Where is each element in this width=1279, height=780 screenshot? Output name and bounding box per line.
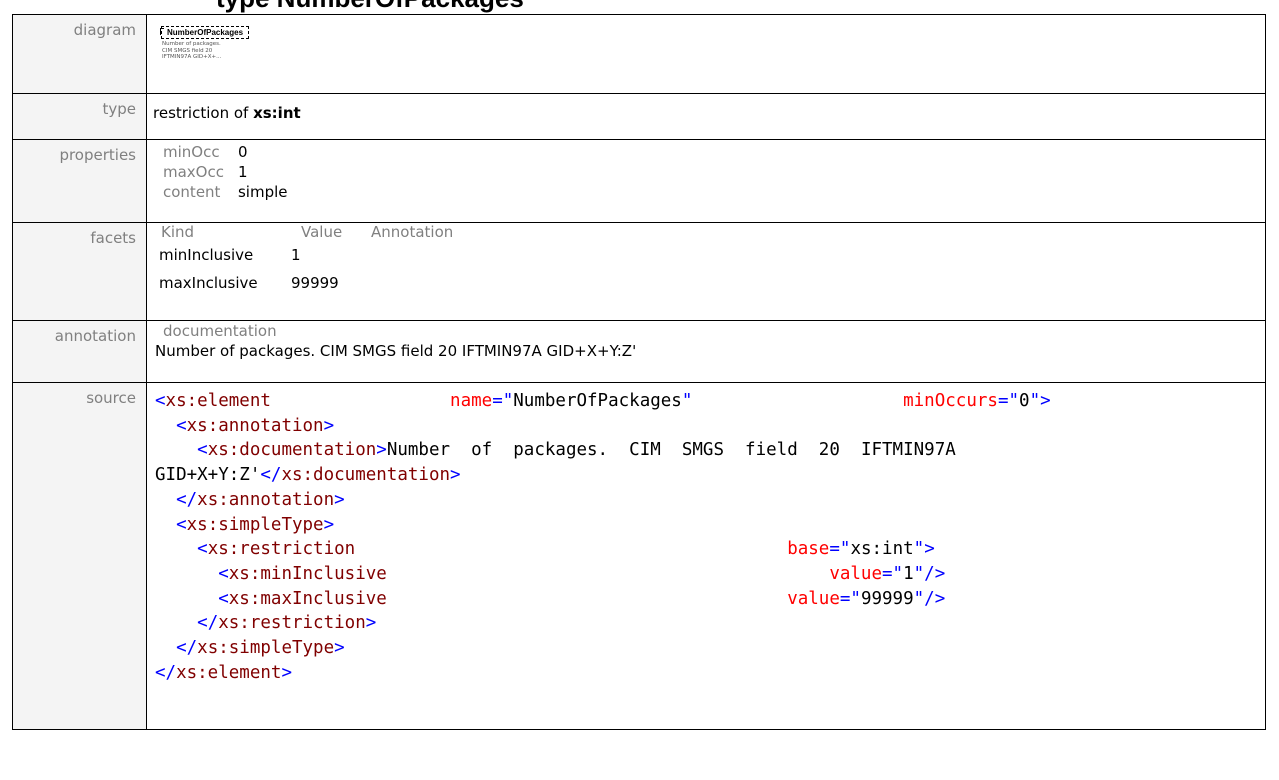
code-text: GID+X+Y:Z' bbox=[155, 465, 261, 486]
property-row: maxOcc 1 bbox=[153, 162, 288, 182]
code-tag: xs:restriction bbox=[218, 613, 366, 634]
code-tag: xs:simpleType bbox=[197, 638, 335, 659]
property-key: maxOcc bbox=[163, 163, 224, 181]
facets-header-value: Value bbox=[301, 223, 343, 241]
source-cell: <xs:element name="NumberOfPackages" minO… bbox=[146, 382, 1266, 730]
property-key: content bbox=[163, 183, 221, 201]
property-value: simple bbox=[237, 183, 288, 201]
code-tag: xs:annotation bbox=[186, 415, 324, 436]
source-code: <xs:element name="NumberOfPackages" minO… bbox=[155, 391, 1051, 683]
code-tag: xs:maxInclusive bbox=[228, 588, 387, 609]
code-tag: xs:element bbox=[176, 662, 282, 683]
code-attr: base bbox=[787, 539, 830, 560]
diagram-desc-line: IFTMIN97A GID+X+... bbox=[162, 54, 222, 60]
label-facets: facets bbox=[12, 222, 147, 321]
code-attr-value: NumberOfPackages bbox=[513, 391, 682, 411]
schema-doc-table: diagram NumberOfPackages Number of packa… bbox=[12, 14, 1266, 730]
code-tag: xs:annotation bbox=[197, 489, 335, 510]
label-diagram: diagram bbox=[12, 14, 147, 94]
facets-header-kind: Kind bbox=[161, 223, 195, 241]
label-source: source bbox=[12, 382, 147, 730]
row-type: type restriction of xs:int bbox=[12, 93, 1266, 140]
code-text: Number of packages. CIM SMGS field 20 IF… bbox=[386, 440, 956, 461]
diagram-element-box[interactable]: NumberOfPackages bbox=[159, 26, 250, 39]
diagram-description: Number of packages. CIM SMGS field 20 IF… bbox=[162, 41, 1265, 61]
code-attr-value: 1 bbox=[903, 563, 914, 584]
facets-cell: Kind Value Annotation minInclusive 1 maxInc… bbox=[146, 222, 1266, 321]
facet-kind: maxInclusive bbox=[159, 274, 258, 292]
row-source: source <xs:element name="NumberOfPackage… bbox=[12, 382, 1266, 730]
type-base-link[interactable]: xs:int bbox=[253, 104, 301, 122]
facets-table: Kind Value Annotation minInclusive 1 maxInc… bbox=[153, 223, 1265, 297]
code-attr: value bbox=[829, 563, 883, 584]
annotation-documentation: Number of packages. CIM SMGS field 20 IF… bbox=[155, 342, 637, 360]
code-tag: xs:documentation bbox=[281, 465, 451, 486]
code-tag: xs:element bbox=[165, 391, 271, 411]
code-attr: value bbox=[787, 588, 840, 609]
code-tag: xs:simpleType bbox=[186, 514, 324, 535]
row-diagram: diagram NumberOfPackages Number of packa… bbox=[12, 14, 1266, 94]
facet-kind: minInclusive bbox=[159, 246, 254, 264]
code-attr-value: 99999 bbox=[860, 588, 914, 609]
facet-value: 99999 bbox=[291, 274, 339, 292]
section-title-band: type NumberOfPackages bbox=[0, 0, 1279, 14]
label-type: type bbox=[12, 93, 147, 140]
row-facets: facets Kind Value Annotation minInclusive 1… bbox=[12, 222, 1266, 321]
code-attr: minOccurs bbox=[903, 391, 998, 411]
code-tag: xs:restriction bbox=[207, 539, 356, 560]
property-key: minOcc bbox=[163, 143, 220, 161]
property-row: content simple bbox=[153, 182, 288, 202]
annotation-cell: documentation Number of packages. CIM SM… bbox=[146, 320, 1266, 383]
property-value: 0 bbox=[237, 143, 248, 161]
label-properties: properties bbox=[12, 139, 147, 223]
type-cell: restriction of xs:int bbox=[146, 93, 1266, 140]
diagram-figure: NumberOfPackages Number of packages. CIM… bbox=[153, 15, 1265, 61]
code-tag: xs:minInclusive bbox=[228, 563, 387, 584]
property-value: 1 bbox=[237, 163, 248, 181]
annotation-header: documentation bbox=[163, 322, 277, 340]
code-attr-value: xs:int bbox=[850, 539, 914, 560]
property-row: minOcc 0 bbox=[153, 142, 288, 162]
code-attr: name bbox=[450, 391, 493, 411]
code-attr-value: 0 bbox=[1019, 391, 1030, 411]
facets-header-annotation: Annotation bbox=[371, 223, 454, 241]
facets-header: Kind Value Annotation bbox=[153, 223, 1265, 241]
row-properties: properties minOcc 0 maxOcc 1 content simple bbox=[12, 139, 1266, 223]
diagram-cell: NumberOfPackages Number of packages. CIM… bbox=[146, 14, 1266, 94]
type-text: restriction of xs:int bbox=[153, 94, 1265, 123]
facet-row: minInclusive 1 bbox=[153, 241, 1265, 269]
code-tag: xs:documentation bbox=[207, 440, 377, 461]
section-title: type NumberOfPackages bbox=[216, 0, 524, 14]
row-annotation: annotation documentation Number of packa… bbox=[12, 320, 1266, 383]
properties-list: minOcc 0 maxOcc 1 content simple bbox=[153, 142, 288, 202]
facet-row: maxInclusive 99999 bbox=[153, 269, 1265, 297]
diagram-element-name: NumberOfPackages bbox=[167, 28, 244, 37]
properties-cell: minOcc 0 maxOcc 1 content simple bbox=[146, 139, 1266, 223]
facet-value: 1 bbox=[291, 246, 301, 264]
type-prefix: restriction of bbox=[153, 104, 254, 122]
label-annotation: annotation bbox=[12, 320, 147, 383]
